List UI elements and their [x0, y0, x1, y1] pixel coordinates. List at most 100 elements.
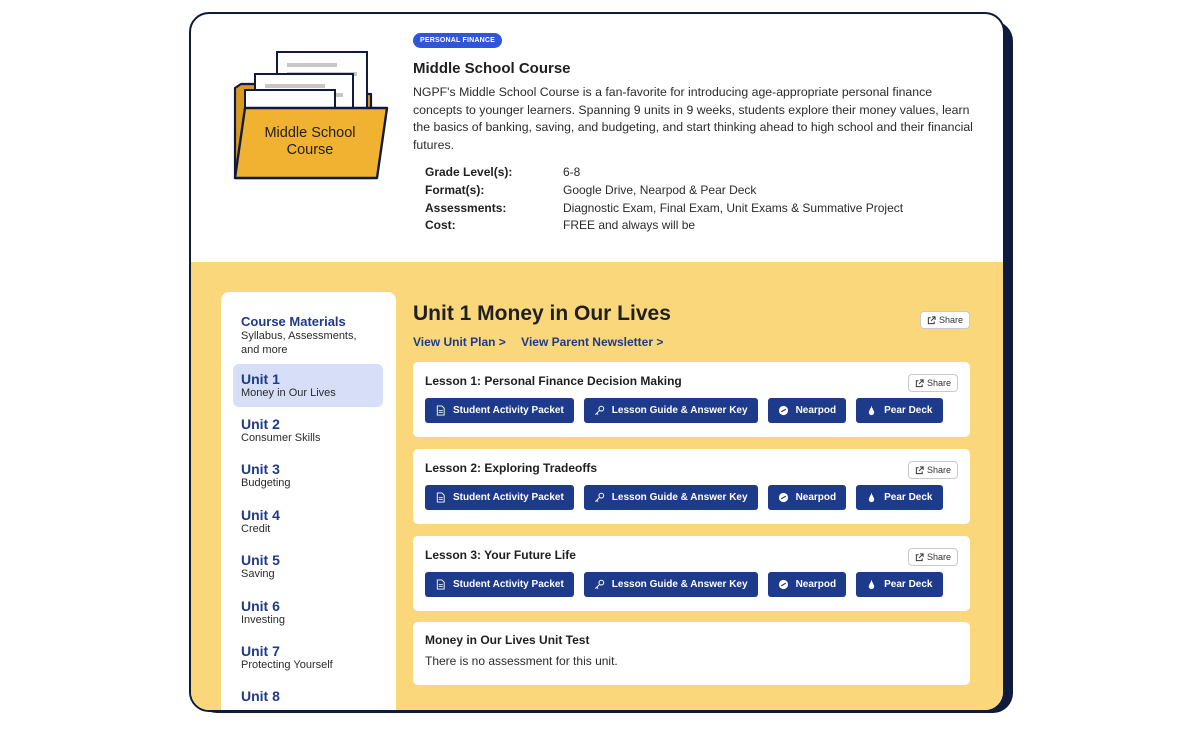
- sidebar-item-course-materials[interactable]: Course Materials Syllabus, Assessments, …: [241, 314, 357, 357]
- lesson-buttons: Student Activity Packet Lesson Guide & A…: [425, 485, 943, 510]
- student-activity-packet-button[interactable]: Student Activity Packet: [425, 398, 574, 423]
- unit-share-button[interactable]: Share: [919, 311, 970, 329]
- course-card: Middle School Course PERSONAL FINANCE Mi…: [189, 12, 1005, 712]
- meta-row-assessments: Assessments: Diagnostic Exam, Final Exam…: [425, 200, 903, 218]
- sidebar-item-unit-6[interactable]: Unit 6 Investing: [233, 591, 383, 634]
- sidebar-item-unit-5[interactable]: Unit 5 Saving: [233, 545, 383, 588]
- unit-title: Unit 1 Money in Our Lives: [413, 302, 671, 325]
- document-icon: [436, 405, 445, 416]
- document-icon: [436, 579, 445, 590]
- category-badge: PERSONAL FINANCE: [413, 33, 503, 48]
- lesson-buttons: Student Activity Packet Lesson Guide & A…: [425, 572, 943, 597]
- button-label: Nearpod: [795, 405, 837, 416]
- pear-deck-button[interactable]: Pear Deck: [856, 572, 943, 597]
- sidebar-item-sub: Saving: [241, 568, 275, 580]
- meta-row-cost: Cost: FREE and always will be: [425, 217, 903, 235]
- meta-label: Cost:: [425, 218, 456, 233]
- sidebar-item-unit-2[interactable]: Unit 2 Consumer Skills: [233, 409, 383, 452]
- meta-value: Google Drive, Nearpod & Pear Deck: [563, 182, 757, 197]
- share-icon: [915, 552, 924, 561]
- button-label: Pear Deck: [884, 579, 933, 590]
- lesson-share-button[interactable]: Share: [907, 548, 958, 566]
- pear-icon: [868, 493, 875, 503]
- button-label: Student Activity Packet: [453, 579, 564, 590]
- sidebar-item-sub: Investing: [241, 614, 286, 626]
- pear-deck-button[interactable]: Pear Deck: [856, 398, 943, 423]
- unit-sidebar: Course Materials Syllabus, Assessments, …: [221, 292, 396, 710]
- sidebar-item-sub: Protecting Yourself: [241, 659, 333, 671]
- sidebar-item-unit-7[interactable]: Unit 7 Protecting Yourself: [233, 636, 383, 679]
- sidebar-item-unit-8[interactable]: Unit 8: [233, 681, 383, 710]
- key-icon: [594, 405, 605, 415]
- course-title: Middle School Course: [413, 60, 571, 77]
- meta-label: Format(s):: [425, 182, 485, 197]
- share-icon: [927, 315, 936, 324]
- unit-links: View Unit Plan > View Parent Newsletter …: [413, 335, 675, 349]
- button-label: Lesson Guide & Answer Key: [611, 492, 748, 503]
- key-icon: [594, 579, 605, 589]
- lesson-title: Lesson 1: Personal Finance Decision Maki…: [425, 374, 682, 388]
- meta-label: Assessments:: [425, 200, 507, 215]
- meta-row-format: Format(s): Google Drive, Nearpod & Pear …: [425, 182, 903, 200]
- sidebar-item-title: Unit 4: [241, 507, 280, 523]
- sidebar-item-title: Unit 6: [241, 598, 280, 614]
- meta-value: 6-8: [563, 165, 581, 179]
- sidebar-item-unit-1[interactable]: Unit 1 Money in Our Lives: [233, 364, 383, 407]
- share-label: Share: [926, 378, 951, 388]
- view-parent-newsletter-link[interactable]: View Parent Newsletter >: [521, 335, 663, 349]
- key-icon: [594, 492, 605, 502]
- sidebar-item-sub: Budgeting: [241, 477, 291, 489]
- student-activity-packet-button[interactable]: Student Activity Packet: [425, 572, 574, 597]
- share-icon: [915, 465, 924, 474]
- button-label: Lesson Guide & Answer Key: [611, 579, 748, 590]
- pear-icon: [868, 580, 875, 590]
- sidebar-item-title: Unit 3: [241, 461, 280, 477]
- folder-icon: Middle School Course: [233, 51, 389, 180]
- sidebar-item-unit-3[interactable]: Unit 3 Budgeting: [233, 454, 383, 497]
- meta-label: Grade Level(s):: [425, 165, 513, 179]
- lesson-title: Lesson 3: Your Future Life: [425, 548, 576, 562]
- nearpod-button[interactable]: Nearpod: [767, 485, 847, 510]
- lesson-guide-button[interactable]: Lesson Guide & Answer Key: [583, 572, 758, 597]
- sidebar-item-sub: Money in Our Lives: [241, 387, 336, 399]
- meta-row-grade: Grade Level(s): 6-8: [425, 164, 903, 182]
- svg-text:Middle School: Middle School: [264, 125, 355, 141]
- svg-text:Course: Course: [287, 142, 334, 158]
- lesson-buttons: Student Activity Packet Lesson Guide & A…: [425, 398, 943, 423]
- button-label: Student Activity Packet: [453, 492, 564, 503]
- lesson-title: Lesson 2: Exploring Tradeoffs: [425, 461, 598, 475]
- view-unit-plan-link[interactable]: View Unit Plan >: [413, 335, 506, 349]
- student-activity-packet-button[interactable]: Student Activity Packet: [425, 485, 574, 510]
- lesson-share-button[interactable]: Share: [907, 374, 958, 392]
- unit-test-title: Money in Our Lives Unit Test: [425, 633, 590, 647]
- meta-value: FREE and always will be: [563, 218, 696, 233]
- sidebar-item-title: Unit 8: [241, 688, 280, 704]
- lesson-guide-button[interactable]: Lesson Guide & Answer Key: [583, 398, 758, 423]
- sidebar-item-sub: Consumer Skills: [241, 432, 321, 444]
- sidebar-item-sub: Syllabus, Assessments,: [241, 330, 357, 342]
- unit-section: Course Materials Syllabus, Assessments, …: [191, 262, 1003, 710]
- course-description: NGPF's Middle School Course is a fan-fav…: [413, 85, 973, 152]
- meta-value: Diagnostic Exam, Final Exam, Unit Exams …: [563, 200, 904, 215]
- lesson-card-2: Lesson 2: Exploring Tradeoffs Share Stud…: [413, 449, 970, 524]
- sidebar-item-unit-4[interactable]: Unit 4 Credit: [233, 500, 383, 543]
- button-label: Nearpod: [795, 492, 837, 503]
- share-label: Share: [926, 552, 951, 562]
- sidebar-item-title: Unit 7: [241, 643, 280, 659]
- nearpod-button[interactable]: Nearpod: [767, 572, 847, 597]
- lesson-guide-button[interactable]: Lesson Guide & Answer Key: [583, 485, 758, 510]
- pear-icon: [868, 406, 875, 416]
- sidebar-item-title: Course Materials: [241, 314, 346, 329]
- nearpod-button[interactable]: Nearpod: [767, 398, 847, 423]
- sidebar-item-title: Unit 5: [241, 552, 280, 568]
- sidebar-item-title: Unit 2: [241, 416, 280, 432]
- nearpod-icon: [778, 405, 788, 416]
- document-icon: [436, 492, 445, 503]
- lesson-share-button[interactable]: Share: [907, 461, 958, 479]
- button-label: Pear Deck: [884, 405, 933, 416]
- sidebar-item-sub: Credit: [241, 523, 271, 535]
- nearpod-icon: [778, 492, 788, 503]
- button-label: Lesson Guide & Answer Key: [611, 405, 748, 416]
- unit-test-text: There is no assessment for this unit.: [425, 654, 618, 668]
- pear-deck-button[interactable]: Pear Deck: [856, 485, 943, 510]
